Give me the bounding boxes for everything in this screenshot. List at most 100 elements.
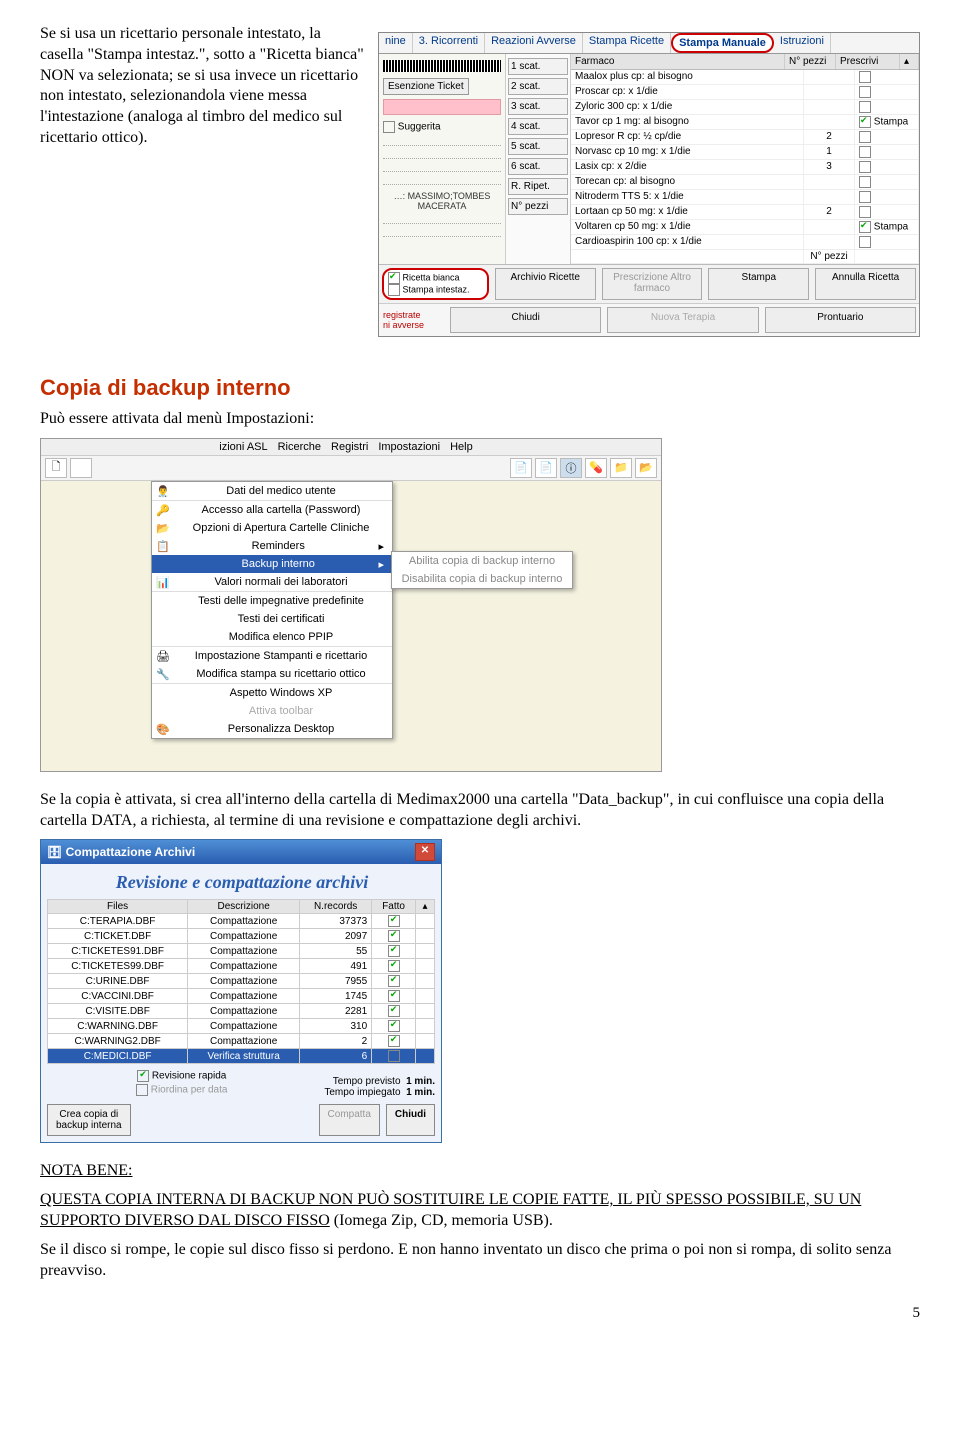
toolbar-icon[interactable] xyxy=(70,458,92,478)
table-row[interactable]: C:MEDICI.DBFVerifica struttura6 xyxy=(48,1049,435,1064)
scat-button[interactable]: 4 scat. xyxy=(508,118,568,135)
pink-field xyxy=(383,99,501,115)
table-row[interactable]: Proscar cp: x 1/die xyxy=(571,85,919,100)
crea-copia-button[interactable]: Crea copia di backup interna xyxy=(47,1104,131,1136)
table-row[interactable]: C:TICKET.DBFCompattazione2097 xyxy=(48,929,435,944)
menu-item[interactable]: 🔧Modifica stampa su ricettario ottico xyxy=(152,665,392,683)
compatta-button[interactable]: Compatta xyxy=(319,1104,380,1136)
col-nrecords: N.records xyxy=(300,900,372,914)
table-row[interactable]: C:VISITE.DBFCompattazione2281 xyxy=(48,1004,435,1019)
chiudi-button[interactable]: Chiudi xyxy=(450,307,601,333)
npezzi-footer-label: N° pezzi xyxy=(804,250,855,263)
menu-item[interactable]: 📋Reminders▸ xyxy=(152,537,392,555)
menubar-item[interactable]: izioni ASL xyxy=(219,441,267,453)
stampa-button[interactable]: Stampa xyxy=(708,268,809,300)
heading-backup: Copia di backup interno xyxy=(40,375,920,401)
scat-button[interactable]: 3 scat. xyxy=(508,98,568,115)
submenu-item[interactable]: Disabilita copia di backup interno xyxy=(392,570,572,588)
intro-paragraph: Se si usa un ricettario personale intest… xyxy=(40,24,368,149)
table-row[interactable]: C:TERAPIA.DBFCompattazione37373 xyxy=(48,914,435,929)
tab-istruzioni[interactable]: Istruzioni xyxy=(774,33,831,53)
screenshot-prescrizione: nine3. RicorrentiReazioni AvverseStampa … xyxy=(378,32,920,337)
menu-item[interactable]: 📂Opzioni di Apertura Cartelle Cliniche xyxy=(152,519,392,537)
col-farmaco: Farmaco xyxy=(571,54,785,69)
toolbar-icon-3[interactable]: ⓘ xyxy=(560,458,582,478)
close-icon[interactable]: ✕ xyxy=(415,843,435,861)
toolbar-icon-1[interactable]: 📄 xyxy=(510,458,532,478)
menu-item[interactable]: Testi delle impegnative predefinite xyxy=(152,591,392,610)
menu-item[interactable]: 🔑Accesso alla cartella (Password) xyxy=(152,500,392,519)
menu-item[interactable]: Testi dei certificati xyxy=(152,610,392,628)
archivio-ricette-button[interactable]: Archivio Ricette xyxy=(495,268,596,300)
tempo-impiegato-value: 1 min. xyxy=(406,1087,435,1098)
table-row[interactable]: Maalox plus cp: al bisogno xyxy=(571,70,919,85)
menu-item[interactable]: Aspetto Windows XP xyxy=(152,683,392,702)
menubar-item[interactable]: Ricerche xyxy=(278,441,321,453)
scat-button[interactable]: R. Ripet. xyxy=(508,178,568,195)
revisione-rapida-checkbox[interactable]: Revisione rapida xyxy=(47,1070,316,1082)
macerata-label: …: MASSIMO;TOMBESMACERATA xyxy=(383,191,501,211)
table-row[interactable]: Lopresor R cp: ½ cp/die2 xyxy=(571,130,919,145)
suggerita-checkbox[interactable]: Suggerita xyxy=(383,121,501,133)
nuova-terapia-button[interactable]: Nuova Terapia xyxy=(607,307,758,333)
nota-bene-label: NOTA BENE: xyxy=(40,1161,920,1182)
dialog-heading: Revisione e compattazione archivi xyxy=(49,872,435,893)
table-row[interactable]: C:WARNING.DBFCompattazione310 xyxy=(48,1019,435,1034)
tab-stampa-ricette[interactable]: Stampa Ricette xyxy=(583,33,671,53)
table-row[interactable]: Lasix cp: x 2/die3 xyxy=(571,160,919,175)
table-row[interactable]: Nitroderm TTS 5: x 1/die xyxy=(571,190,919,205)
scat-button[interactable]: 5 scat. xyxy=(508,138,568,155)
menubar-item[interactable]: Impostazioni xyxy=(378,441,440,453)
scat-button[interactable]: 2 scat. xyxy=(508,78,568,95)
nota-p2: Se il disco si rompe, le copie sul disco… xyxy=(40,1240,920,1282)
scat-button[interactable]: N° pezzi xyxy=(508,198,568,215)
riordina-data-checkbox[interactable]: Riordina per data xyxy=(47,1084,316,1096)
toolbar-icon-2[interactable]: 📄 xyxy=(535,458,557,478)
menu-item[interactable]: Attiva toolbar xyxy=(152,702,392,720)
menu-item[interactable]: 🖨Impostazione Stampanti e ricettario xyxy=(152,646,392,665)
table-row[interactable]: Norvasc cp 10 mg: x 1/die1 xyxy=(571,145,919,160)
table-row[interactable]: C:TICKETES91.DBFCompattazione55 xyxy=(48,944,435,959)
toolbar-icon-6[interactable]: 📂 xyxy=(635,458,657,478)
tab-stampa-manuale[interactable]: Stampa Manuale xyxy=(671,33,774,53)
col-npezzi: N° pezzi xyxy=(785,54,836,69)
tab-reazioni-avverse[interactable]: Reazioni Avverse xyxy=(485,33,583,53)
table-row[interactable]: C:VACCINI.DBFCompattazione1745 xyxy=(48,989,435,1004)
menubar-item[interactable]: Help xyxy=(450,441,473,453)
prescrizione-altro-button[interactable]: Prescrizione Altro farmaco xyxy=(602,268,703,300)
scat-button[interactable]: 1 scat. xyxy=(508,58,568,75)
col-descrizione: Descrizione xyxy=(188,900,300,914)
col-fatto: Fatto xyxy=(372,900,416,914)
menu-item[interactable]: Backup interno▸ xyxy=(152,555,392,573)
table-row[interactable]: Lortaan cp 50 mg: x 1/die2 xyxy=(571,205,919,220)
tab-nine[interactable]: nine xyxy=(379,33,413,53)
menu-item[interactable]: 📊Valori normali dei laboratori xyxy=(152,573,392,591)
menubar-item[interactable]: Registri xyxy=(331,441,368,453)
table-row[interactable]: C:URINE.DBFCompattazione7955 xyxy=(48,974,435,989)
table-row[interactable]: Zyloric 300 cp: x 1/die xyxy=(571,100,919,115)
table-row[interactable]: C:WARNING2.DBFCompattazione2 xyxy=(48,1034,435,1049)
table-row[interactable]: Voltaren cp 50 mg: x 1/die Stampa xyxy=(571,220,919,235)
tab-3-ricorrenti[interactable]: 3. Ricorrenti xyxy=(413,33,485,53)
toolbar-icon-4[interactable]: 💊 xyxy=(585,458,607,478)
annulla-ricetta-button[interactable]: Annulla Ricetta xyxy=(815,268,916,300)
menu-item[interactable]: 🎨Personalizza Desktop xyxy=(152,720,392,738)
table-row[interactable]: Torecan cp: al bisogno xyxy=(571,175,919,190)
ricetta-bianca-box[interactable]: Ricetta bianca Stampa intestaz. xyxy=(382,268,489,300)
scat-button[interactable]: 6 scat. xyxy=(508,158,568,175)
menu-item[interactable]: 👨‍⚕️Dati del medico utente xyxy=(152,482,392,500)
nota-p1: QUESTA COPIA INTERNA DI BACKUP NON PUÒ S… xyxy=(40,1190,920,1232)
chiudi-dialog-button[interactable]: Chiudi xyxy=(386,1104,435,1136)
col-prescrivi: Prescrivi xyxy=(836,54,900,69)
prontuario-button[interactable]: Prontuario xyxy=(765,307,916,333)
table-row[interactable]: Cardioaspirin 100 cp: x 1/die xyxy=(571,235,919,250)
screenshot-compattazione: 🗄 Compattazione Archivi ✕ Revisione e co… xyxy=(40,839,442,1143)
submenu-item[interactable]: Abilita copia di backup interno xyxy=(392,552,572,570)
menu-item[interactable]: Modifica elenco PPIP xyxy=(152,628,392,646)
toolbar-icon-5[interactable]: 📁 xyxy=(610,458,632,478)
registrate-label: registrate ni avverse xyxy=(379,304,447,336)
esenzione-ticket-button[interactable]: Esenzione Ticket xyxy=(383,78,469,95)
table-row[interactable]: C:TICKETES99.DBFCompattazione491 xyxy=(48,959,435,974)
table-row[interactable]: Tavor cp 1 mg: al bisogno Stampa xyxy=(571,115,919,130)
toolbar-new-icon[interactable]: 🗋 xyxy=(45,458,67,478)
